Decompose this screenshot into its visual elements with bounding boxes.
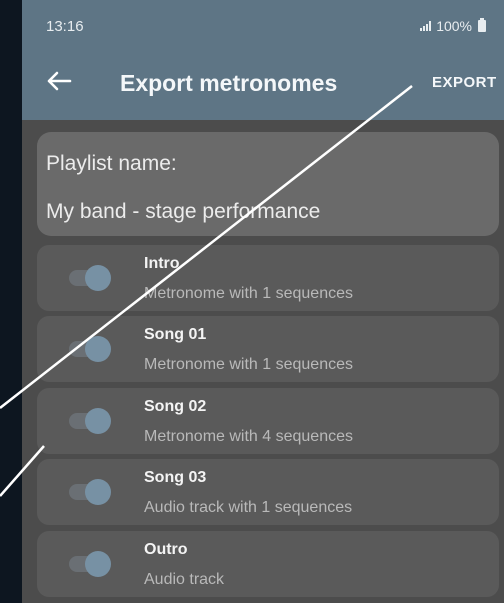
app-bar: Export metronomes EXPORT xyxy=(22,44,504,120)
item-description: Audio track with 1 sequences xyxy=(144,499,353,516)
toggle-thumb xyxy=(85,336,111,362)
item-name: Outro xyxy=(144,541,188,558)
battery-percent: 100% xyxy=(436,18,472,34)
page-title: Export metronomes xyxy=(120,70,338,96)
export-button[interactable]: EXPORT xyxy=(432,74,497,91)
status-bar: 13:16 100% xyxy=(22,0,504,44)
item-toggle[interactable] xyxy=(67,551,111,577)
item-toggle[interactable] xyxy=(67,336,111,362)
item-name: Intro xyxy=(144,255,180,272)
toggle-thumb xyxy=(85,408,111,434)
list-item[interactable]: Song 03 Audio track with 1 sequences xyxy=(37,459,499,525)
phone-screen: 13:16 100% Export metronomes EXPORT Play… xyxy=(22,0,504,603)
toggle-thumb xyxy=(85,551,111,577)
toggle-thumb xyxy=(85,479,111,505)
status-time: 13:16 xyxy=(46,18,84,35)
item-description: Metronome with 4 sequences xyxy=(144,428,353,445)
signal-icon xyxy=(420,21,432,31)
item-toggle[interactable] xyxy=(67,265,111,291)
list-item[interactable]: Intro Metronome with 1 sequences xyxy=(37,245,499,311)
battery-icon xyxy=(478,18,486,32)
status-right: 100% xyxy=(420,18,486,34)
toggle-thumb xyxy=(85,265,111,291)
list-item[interactable]: Song 01 Metronome with 1 sequences xyxy=(37,316,499,382)
item-name: Song 03 xyxy=(144,469,207,486)
item-name: Song 02 xyxy=(144,398,207,415)
arrow-left-icon[interactable] xyxy=(44,66,74,96)
list-item[interactable]: Song 02 Metronome with 4 sequences xyxy=(37,388,499,454)
item-description: Metronome with 1 sequences xyxy=(144,356,353,373)
item-toggle[interactable] xyxy=(67,479,111,505)
item-toggle[interactable] xyxy=(67,408,111,434)
playlist-name-input[interactable]: My band - stage performance xyxy=(46,200,320,224)
playlist-name-label: Playlist name: xyxy=(46,152,177,175)
item-description: Audio track xyxy=(144,571,225,588)
item-description: Metronome with 1 sequences xyxy=(144,285,353,302)
list-item[interactable]: Outro Audio track xyxy=(37,531,499,597)
item-name: Song 01 xyxy=(144,326,207,343)
playlist-name-field[interactable]: Playlist name: My band - stage performan… xyxy=(37,132,499,236)
